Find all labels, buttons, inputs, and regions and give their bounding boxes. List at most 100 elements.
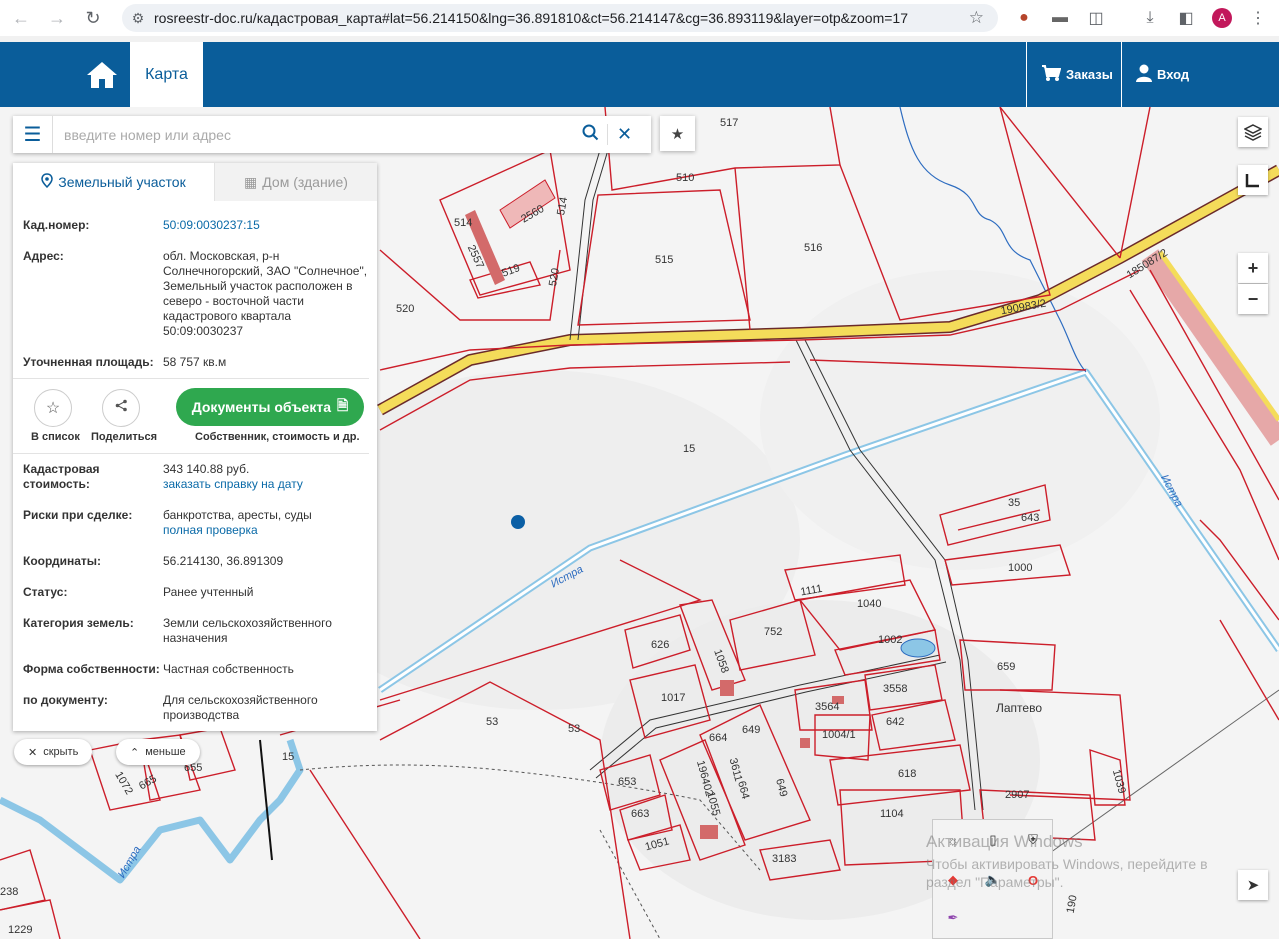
- user-icon: [1136, 64, 1152, 85]
- label-663: 663: [631, 808, 649, 820]
- browser-toolbar: ← → ↻ ⚙ rosreestr-doc.ru/кадастровая_кар…: [0, 0, 1279, 36]
- site-info-icon[interactable]: ⚙: [122, 10, 154, 27]
- add-to-list-label: В список: [31, 431, 80, 443]
- address-label: Адрес:: [23, 249, 64, 263]
- cad-number-label: Кад.номер:: [23, 218, 90, 232]
- by-document-value: Для сельскохозяйственного производства: [163, 693, 318, 722]
- panel-tabs: Земельный участок ▦ Дом (здание): [13, 163, 377, 201]
- label-514a: 514: [454, 217, 472, 229]
- documents-subtitle: Собственник, стоимость и др.: [195, 431, 360, 443]
- label-643: 643: [1021, 512, 1039, 524]
- chevron-up-icon: ⌃: [130, 746, 140, 759]
- label-1004: 1004/1: [822, 729, 856, 741]
- coords-label: Координаты:: [23, 554, 102, 568]
- reload-icon[interactable]: ↻: [76, 0, 110, 36]
- orders-label: Заказы: [1066, 67, 1113, 82]
- ownership-value: Частная собственность: [163, 662, 294, 676]
- login-button[interactable]: Вход: [1121, 42, 1279, 107]
- zoom-out-button[interactable]: −: [1238, 284, 1268, 314]
- extension-hat-icon[interactable]: ▬: [1044, 0, 1076, 36]
- full-check-link[interactable]: полная проверка: [163, 523, 368, 538]
- cad-number-link[interactable]: 50:09:0030237:15: [163, 218, 368, 233]
- by-document-label: по документу:: [23, 693, 108, 707]
- back-icon[interactable]: ←: [4, 0, 38, 36]
- label-238: 238: [0, 886, 18, 898]
- hide-label: скрыть: [43, 746, 79, 758]
- search-bar: ☰ ✕: [13, 116, 651, 153]
- search-icon[interactable]: [573, 124, 607, 146]
- home-icon[interactable]: [80, 42, 124, 107]
- less-button[interactable]: ⌃ меньше: [116, 739, 200, 765]
- extensions-puzzle-icon[interactable]: ◫: [1080, 0, 1112, 36]
- tab-map[interactable]: Карта: [130, 42, 203, 107]
- close-icon[interactable]: ✕: [607, 124, 641, 145]
- cad-value: 343 140.88 руб.: [163, 462, 250, 476]
- label-752: 752: [764, 626, 782, 638]
- label-520a: 520: [396, 303, 414, 315]
- tab-land-label: Земельный участок: [58, 174, 186, 190]
- label-515: 515: [655, 254, 673, 266]
- label-649a: 649: [742, 724, 760, 736]
- category-label: Категория земель:: [23, 616, 134, 630]
- cad-value-label: Кадастровая стоимость:: [23, 462, 100, 491]
- label-3564: 3564: [815, 701, 839, 713]
- area-value: 58 757 кв.м: [163, 355, 227, 369]
- orders-button[interactable]: Заказы: [1026, 42, 1121, 107]
- pond: [900, 638, 936, 658]
- bookmark-star-icon[interactable]: ☆: [969, 8, 984, 28]
- star-outline-icon: ☆: [45, 400, 61, 417]
- label-653: 653: [618, 776, 636, 788]
- label-53a: 53: [486, 716, 498, 728]
- hide-button[interactable]: ✕ скрыть: [14, 739, 93, 765]
- label-35: 35: [1008, 497, 1020, 509]
- pen-icon[interactable]: ✒: [943, 908, 963, 928]
- label-626: 626: [651, 639, 669, 651]
- download-icon[interactable]: ⤓: [1134, 0, 1166, 36]
- menu-icon[interactable]: ☰: [13, 116, 53, 153]
- add-to-list-button[interactable]: ☆: [34, 389, 72, 427]
- ownership-label: Форма собственности:: [23, 662, 160, 676]
- share-icon: [115, 399, 128, 417]
- tab-building[interactable]: ▦ Дом (здание): [215, 163, 377, 201]
- close-icon: ✕: [28, 746, 38, 759]
- share-button[interactable]: [102, 389, 140, 427]
- parcel-info-panel: Земельный участок ▦ Дом (здание) Кад.ном…: [13, 163, 377, 731]
- address-bar[interactable]: ⚙ rosreestr-doc.ru/кадастровая_карта#lat…: [122, 4, 998, 32]
- label-1017: 1017: [661, 692, 685, 704]
- login-label: Вход: [1157, 67, 1190, 82]
- less-label: меньше: [145, 746, 186, 758]
- label-15: 15: [683, 443, 695, 455]
- label-2907: 2907: [1005, 789, 1029, 801]
- label-516: 516: [804, 242, 822, 254]
- cart-icon: [1041, 64, 1062, 85]
- tab-land-parcel[interactable]: Земельный участок: [13, 163, 215, 201]
- category-value: Земли сельскохозяйственного назначения: [163, 616, 332, 645]
- search-input[interactable]: [53, 126, 573, 143]
- documents-button[interactable]: Документы объекта 🗎: [176, 388, 364, 426]
- status-label: Статус:: [23, 585, 68, 599]
- order-statement-link[interactable]: заказать справку на дату: [163, 477, 368, 492]
- zoom-in-button[interactable]: +: [1238, 253, 1268, 283]
- label-1040: 1040: [857, 598, 881, 610]
- address-value: обл. Московская, р-н Солнечногорский, ЗА…: [163, 249, 368, 338]
- label-517: 517: [720, 117, 738, 129]
- label-3183: 3183: [772, 853, 796, 865]
- label-642: 642: [886, 716, 904, 728]
- ruler-icon[interactable]: [1238, 165, 1268, 195]
- label-15b: 15: [282, 751, 294, 763]
- extension-icon[interactable]: ●: [1008, 0, 1040, 36]
- layers-icon[interactable]: [1238, 117, 1268, 147]
- selected-parcel-marker[interactable]: [511, 515, 525, 529]
- share-label: Поделиться: [91, 431, 158, 443]
- sidepanel-icon[interactable]: ◧: [1170, 0, 1202, 36]
- label-659: 659: [997, 661, 1015, 673]
- forward-icon[interactable]: →: [40, 0, 74, 36]
- url-text[interactable]: rosreestr-doc.ru/кадастровая_карта#lat=5…: [154, 10, 954, 26]
- label-1229: 1229: [8, 924, 32, 936]
- label-1002: 1002: [878, 634, 902, 646]
- windows-activation-subtitle: Чтобы активировать Windows, перейдите в …: [926, 856, 1208, 890]
- favorites-star-icon[interactable]: ★: [660, 116, 695, 151]
- divider: [13, 378, 369, 379]
- profile-avatar[interactable]: A: [1206, 0, 1238, 36]
- browser-menu-icon[interactable]: ⋮: [1242, 0, 1274, 36]
